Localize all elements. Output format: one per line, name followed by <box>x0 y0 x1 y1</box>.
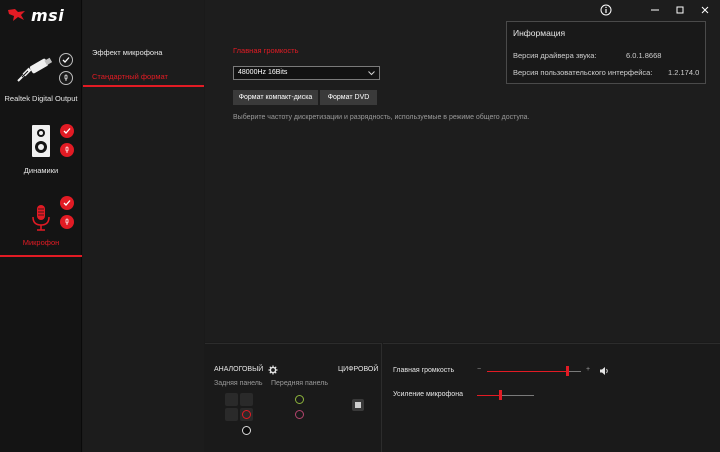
main-volume-slider[interactable] <box>487 366 581 376</box>
volume-minus[interactable]: − <box>477 366 481 373</box>
submenu-item-mic-effect[interactable]: Эффект микрофона <box>83 43 204 63</box>
mic-jack-icon <box>64 74 68 81</box>
minimize-icon <box>651 9 659 11</box>
ui-version-value: 1.2.174.0 <box>668 68 700 77</box>
close-icon <box>701 6 709 14</box>
check-icon <box>63 128 71 134</box>
format-hint-text: Выберите частоту дискретизации и разрядн… <box>233 114 530 121</box>
optical-port-icon <box>355 402 361 408</box>
jack-ring-black <box>242 426 251 435</box>
rear-jack-black[interactable] <box>240 424 253 437</box>
format-select-value: 48000Hz 16Bits <box>238 69 288 76</box>
device-digital-output[interactable]: Realtek Digital Output <box>0 40 82 110</box>
microphone-icon <box>32 205 50 231</box>
info-title: Информация <box>513 28 566 38</box>
device-label: Динамики <box>23 166 59 175</box>
driver-version-value: 6.0.1.8668 <box>626 51 662 60</box>
rear-jack[interactable] <box>225 393 238 406</box>
logo-text: msi <box>31 5 65 25</box>
status-info-badge[interactable] <box>60 143 74 157</box>
status-info-badge[interactable] <box>59 71 73 85</box>
jack-ring-red <box>242 410 251 419</box>
status-check-badge[interactable] <box>60 124 74 138</box>
rear-jack-mic-active[interactable] <box>240 408 253 421</box>
digital-label: ЦИФРОВОЙ <box>338 366 379 373</box>
speaker-icon <box>32 125 50 157</box>
digital-port[interactable] <box>352 399 364 411</box>
check-icon <box>63 200 71 206</box>
device-label: Микрофон <box>22 238 60 247</box>
msi-logo: msi <box>7 4 77 26</box>
cd-format-button[interactable]: Формат компакт-диска <box>233 90 318 105</box>
device-sidebar: msi Realtek Digital Output Динамики Микр… <box>0 0 82 452</box>
info-icon <box>600 4 612 16</box>
mic-boost-slider[interactable] <box>477 390 534 400</box>
status-check-badge[interactable] <box>60 196 74 210</box>
volume-plus[interactable]: + <box>586 366 590 373</box>
jack-panel: АНАЛОГОВЫЙ ЦИФРОВОЙ Задняя панель Передн… <box>205 343 382 452</box>
analog-label: АНАЛОГОВЫЙ <box>214 366 264 373</box>
front-panel-label: Передняя панель <box>271 380 328 387</box>
close-button[interactable] <box>698 3 712 17</box>
chevron-down-icon <box>368 71 375 76</box>
device-microphone[interactable]: Микрофон <box>0 185 82 257</box>
jack-ring-pink <box>295 410 304 419</box>
mic-boost-fill <box>477 395 500 396</box>
info-panel: Информация Версия драйвера звука: 6.0.1.… <box>506 21 706 84</box>
format-select[interactable]: 48000Hz 16Bits <box>233 66 380 80</box>
main-volume-thumb[interactable] <box>566 366 569 376</box>
mic-jack-icon <box>65 146 69 153</box>
ui-version-label: Версия пользовательского интерфейса: <box>513 68 653 77</box>
front-jack-mic[interactable] <box>293 408 306 421</box>
main-volume-rest <box>567 371 581 372</box>
submenu-item-default-format[interactable]: Стандартный формат <box>83 67 204 87</box>
jack-ring-green <box>295 395 304 404</box>
mic-boost-thumb[interactable] <box>499 390 502 400</box>
mic-boost-rest <box>500 395 534 396</box>
main-volume-fill <box>487 371 567 372</box>
check-icon <box>62 57 70 63</box>
gear-icon[interactable] <box>268 365 278 375</box>
mic-boost-label: Усиление микрофона <box>393 391 463 398</box>
digital-output-cable-icon <box>17 57 53 82</box>
rear-jack[interactable] <box>225 408 238 421</box>
minimize-button[interactable] <box>648 3 662 17</box>
rear-jack[interactable] <box>240 393 253 406</box>
front-jack-headphone[interactable] <box>293 393 306 406</box>
mic-jack-icon <box>65 218 69 225</box>
info-button[interactable] <box>599 3 613 17</box>
section-title: Главная громкость <box>233 46 299 55</box>
speaker-volume-icon[interactable] <box>599 366 610 376</box>
msi-dragon-icon <box>8 9 25 21</box>
submenu: Эффект микрофона Стандартный формат <box>83 0 204 452</box>
active-device-underline <box>0 255 82 257</box>
rear-panel-label: Задняя панель <box>214 380 263 387</box>
maximize-button[interactable] <box>673 3 687 17</box>
device-speakers[interactable]: Динамики <box>0 112 82 182</box>
volume-panel: Главная громкость − + Усиление микрофона <box>383 343 720 452</box>
device-label: Realtek Digital Output <box>4 94 78 103</box>
maximize-icon <box>676 6 684 14</box>
status-check-badge[interactable] <box>59 53 73 67</box>
dvd-format-button[interactable]: Формат DVD <box>320 90 377 105</box>
main-volume-label: Главная громкость <box>393 367 455 374</box>
status-info-badge[interactable] <box>60 215 74 229</box>
driver-version-label: Версия драйвера звука: <box>513 51 597 60</box>
